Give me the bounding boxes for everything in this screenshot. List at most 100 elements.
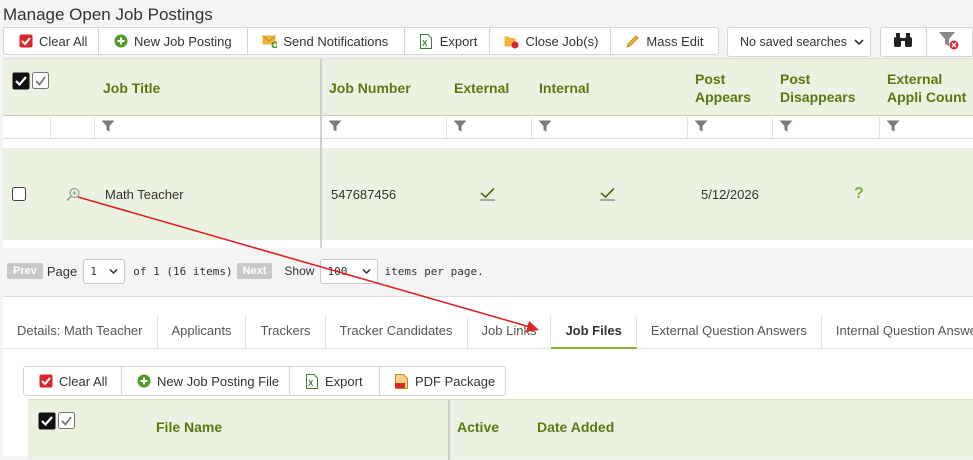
prev-button[interactable]: Prev	[7, 263, 43, 279]
pdf-icon	[394, 373, 409, 389]
select-all-icon[interactable]	[12, 72, 50, 95]
binoculars-button[interactable]	[881, 28, 927, 56]
per-page-select[interactable]: 100	[320, 258, 379, 284]
filter-post-disappears[interactable]	[773, 117, 880, 139]
col-external-applicant-count[interactable]: External Appli Count	[887, 59, 973, 116]
saved-searches-value: No saved searches	[740, 35, 848, 49]
filter-post-appears[interactable]	[688, 117, 773, 139]
select-all-icon[interactable]	[38, 412, 76, 435]
chevron-down-icon	[854, 35, 864, 49]
cell-post-appears: 5/12/2026	[701, 186, 759, 202]
clear-all-label: Clear All	[39, 33, 88, 49]
filter-job-title[interactable]	[95, 117, 321, 139]
search-tools	[880, 27, 973, 57]
external-check-icon	[480, 148, 496, 240]
grid-header: Job Title Job Number External Internal P…	[3, 59, 973, 116]
new-job-posting-label: New Job Posting	[134, 33, 232, 49]
chevron-down-icon	[362, 264, 371, 278]
new-job-posting-file-button[interactable]: New Job Posting File	[122, 367, 290, 395]
pdf-package-label: PDF Package	[415, 373, 496, 389]
filter-cell-empty	[51, 117, 95, 139]
binoculars-icon	[893, 32, 913, 53]
col-internal[interactable]: Internal	[539, 59, 590, 116]
row-checkbox[interactable]	[12, 148, 27, 240]
pager: Prev Page 1 of 1 (16 items) Next Show 10…	[3, 258, 484, 284]
filter-icon	[328, 119, 342, 137]
col-file-name[interactable]: File Name	[156, 400, 222, 454]
filter-icon	[694, 119, 708, 137]
table-row[interactable]: Math Teacher 547687456 5/12/2026 ?	[3, 148, 973, 240]
col-job-number[interactable]: Job Number	[329, 59, 411, 116]
red-check-icon	[38, 374, 53, 389]
plus-circle-icon	[136, 374, 151, 389]
files-clear-all-button[interactable]: Clear All	[24, 367, 122, 395]
filter-external-applicant-count[interactable]	[880, 117, 973, 139]
tab-tracker-candidates[interactable]: Tracker Candidates	[326, 315, 468, 349]
filter-icon	[886, 119, 900, 137]
col-date-added[interactable]: Date Added	[537, 400, 614, 454]
cell-job-title[interactable]: Math Teacher	[105, 148, 184, 240]
close-jobs-label: Close Job(s)	[525, 33, 599, 49]
clear-all-button[interactable]: Clear All	[4, 28, 99, 54]
tab-applicants[interactable]: Applicants	[158, 315, 247, 349]
zoom-details-icon[interactable]	[66, 148, 81, 240]
cell-post-disappears: ?	[854, 185, 864, 202]
saved-searches-select[interactable]: No saved searches	[727, 27, 871, 57]
filter-icon	[101, 119, 115, 137]
files-export-button[interactable]: X Export	[290, 367, 380, 395]
chevron-down-icon	[109, 264, 118, 278]
frozen-column-divider	[448, 400, 450, 460]
tab-job-links[interactable]: Job Links	[468, 315, 552, 349]
next-button[interactable]: Next	[236, 263, 273, 279]
tab-trackers[interactable]: Trackers	[246, 315, 326, 349]
filter-job-number[interactable]	[322, 117, 447, 139]
detail-panel: Details: Math Teacher Applicants Tracker…	[3, 296, 973, 460]
filter-clear-icon	[938, 30, 960, 55]
show-label: Show	[284, 264, 315, 278]
files-export-label: Export	[325, 373, 363, 389]
pdf-package-button[interactable]: PDF Package	[380, 367, 505, 395]
folder-close-icon	[504, 34, 519, 49]
main-toolbar: Clear All New Job Posting Send Notificat…	[3, 27, 719, 55]
tab-job-files[interactable]: Job Files	[551, 315, 637, 349]
filter-internal[interactable]	[532, 117, 688, 139]
col-post-disappears[interactable]: Post Disappears	[780, 59, 870, 116]
col-external[interactable]: External	[454, 59, 509, 116]
filter-external[interactable]	[447, 117, 532, 139]
export-label: Export	[439, 33, 478, 49]
send-notifications-label: Send Notifications	[283, 33, 389, 49]
tab-external-question-answers[interactable]: External Question Answers	[637, 315, 822, 349]
tab-details[interactable]: Details: Math Teacher	[3, 315, 158, 349]
page-count-text: of 1 (16 items)	[133, 264, 233, 278]
page-label: Page	[46, 263, 78, 279]
mass-edit-button[interactable]: Mass Edit	[611, 28, 718, 54]
col-active[interactable]: Active	[457, 400, 499, 454]
svg-text:X: X	[308, 379, 314, 388]
col-job-title[interactable]: Job Title	[103, 59, 160, 116]
internal-check-icon	[600, 148, 616, 240]
page-title: Manage Open Job Postings	[3, 5, 213, 24]
svg-text:X: X	[422, 39, 428, 48]
send-notifications-button[interactable]: Send Notifications	[248, 28, 405, 54]
excel-icon: X	[304, 373, 319, 389]
page-select-value: 1	[90, 264, 97, 278]
files-clear-all-label: Clear All	[59, 373, 108, 389]
export-button[interactable]: X Export	[405, 28, 491, 54]
clear-filter-button[interactable]	[927, 28, 973, 56]
detail-tabs: Details: Math Teacher Applicants Tracker…	[3, 315, 973, 349]
frozen-column-divider	[320, 59, 322, 248]
page-select[interactable]: 1	[83, 258, 126, 284]
envelope-plus-icon	[262, 34, 278, 49]
filter-icon	[453, 119, 467, 137]
col-post-appears[interactable]: Post Appears	[695, 59, 765, 116]
filter-row	[3, 117, 973, 139]
new-job-posting-button[interactable]: New Job Posting	[99, 28, 249, 54]
pencil-icon	[625, 34, 640, 49]
per-page-text: items per page.	[384, 264, 484, 278]
tab-internal-question-answers[interactable]: Internal Question Answers	[822, 315, 973, 349]
mass-edit-label: Mass Edit	[646, 33, 704, 49]
new-job-posting-file-label: New Job Posting File	[157, 373, 280, 389]
close-jobs-button[interactable]: Close Job(s)	[490, 28, 612, 54]
plus-circle-icon	[113, 34, 128, 49]
red-check-icon	[18, 34, 33, 49]
